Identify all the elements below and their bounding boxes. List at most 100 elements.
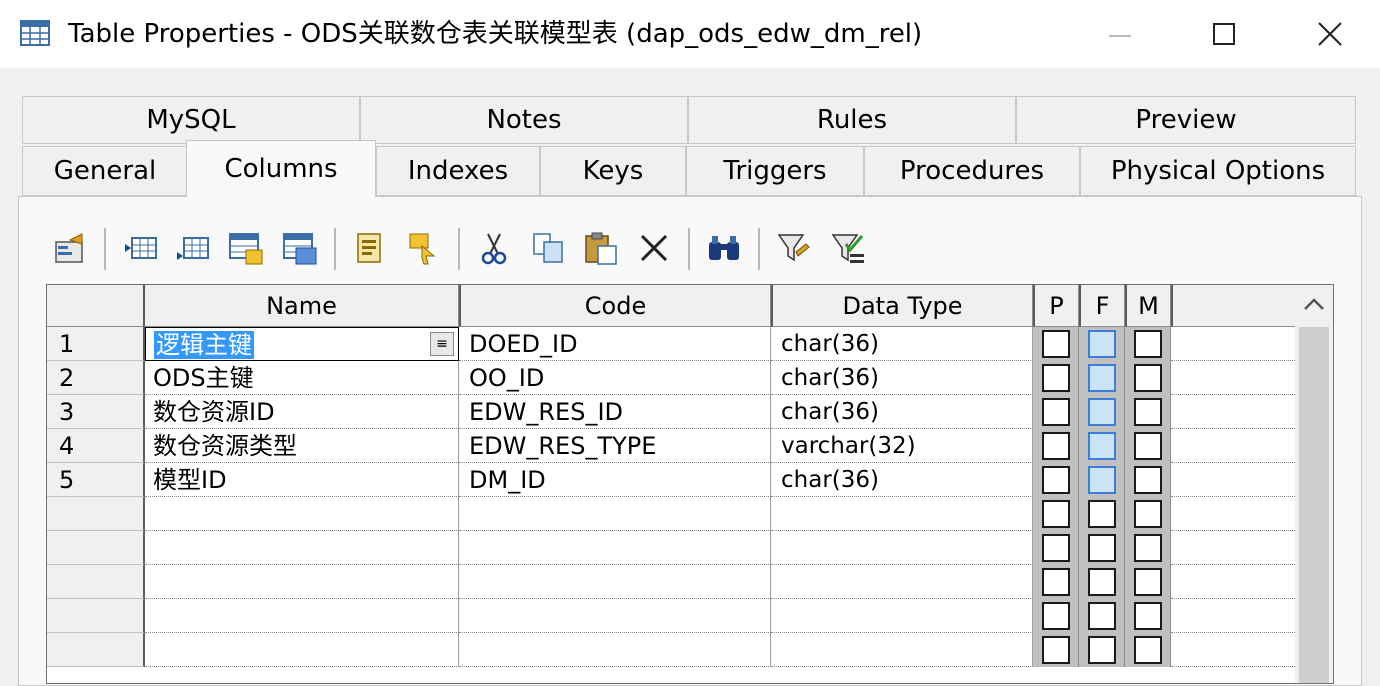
primary-key-checkbox[interactable] [1042,534,1070,562]
tab-keys[interactable]: Keys [540,146,686,196]
column-header-name[interactable]: Name [145,285,459,327]
code-cell[interactable] [459,531,771,565]
delete-icon[interactable] [636,230,672,266]
foreign-key-checkbox[interactable] [1088,364,1116,392]
close-button[interactable] [1280,0,1380,68]
mandatory-checkbox[interactable] [1134,568,1162,596]
foreign-key-checkbox[interactable] [1088,330,1116,358]
insert-row-icon[interactable] [124,230,160,266]
tab-procedures[interactable]: Procedures [864,146,1080,196]
name-cell[interactable] [145,599,459,633]
primary-key-checkbox[interactable] [1042,466,1070,494]
name-cell[interactable]: 模型ID [145,463,459,497]
column-header-foreign[interactable]: F [1079,285,1125,327]
name-cell[interactable]: 数仓资源类型 [145,429,459,463]
mandatory-checkbox[interactable] [1134,534,1162,562]
foreign-key-checkbox[interactable] [1088,466,1116,494]
scrollbar-thumb[interactable] [1299,327,1329,683]
data-type-cell[interactable]: varchar(32) [771,429,1033,463]
minimize-button[interactable] [1070,0,1170,68]
copy-icon[interactable] [530,230,566,266]
row-number[interactable]: 5 [47,463,145,497]
tab-mysql[interactable]: MySQL [22,96,360,144]
row-number[interactable] [47,497,145,531]
data-type-cell[interactable] [771,633,1033,667]
primary-key-checkbox[interactable] [1042,636,1070,664]
row-number[interactable] [47,565,145,599]
paste-icon[interactable] [582,230,618,266]
mandatory-checkbox[interactable] [1134,466,1162,494]
foreign-key-checkbox[interactable] [1088,602,1116,630]
name-cell[interactable]: 数仓资源ID [145,395,459,429]
code-cell[interactable] [459,599,771,633]
tab-physical-options[interactable]: Physical Options [1080,146,1356,196]
tab-triggers[interactable]: Triggers [686,146,864,196]
column-header-data-type[interactable]: Data Type [771,285,1033,327]
data-type-cell[interactable] [771,531,1033,565]
data-type-cell[interactable]: char(36) [771,361,1033,395]
row-number[interactable]: 3 [47,395,145,429]
foreign-key-checkbox[interactable] [1088,534,1116,562]
primary-key-checkbox[interactable] [1042,432,1070,460]
column-header-primary[interactable]: P [1033,285,1079,327]
cut-icon[interactable] [476,230,512,266]
vertical-scrollbar[interactable] [1295,285,1333,683]
code-cell[interactable] [459,633,771,667]
row-number[interactable] [47,531,145,565]
primary-key-checkbox[interactable] [1042,330,1070,358]
code-cell[interactable]: DOED_ID [459,327,771,361]
row-number[interactable] [47,599,145,633]
code-cell[interactable]: EDW_RES_TYPE [459,429,771,463]
row-number[interactable]: 4 [47,429,145,463]
find-icon[interactable] [706,230,742,266]
add-row-icon[interactable] [176,230,212,266]
filter-icon[interactable] [776,230,812,266]
name-cell[interactable] [145,531,459,565]
primary-key-checkbox[interactable] [1042,568,1070,596]
maximize-button[interactable] [1174,0,1274,68]
data-type-cell[interactable]: char(36) [771,327,1033,361]
tab-columns[interactable]: Columns [186,140,376,197]
row-number[interactable]: 1 [47,327,145,361]
data-type-cell[interactable]: char(36) [771,463,1033,497]
name-cell[interactable]: ODS主键 [145,361,459,395]
column-header-mandatory[interactable]: M [1125,285,1171,327]
row-number[interactable] [47,633,145,667]
mandatory-checkbox[interactable] [1134,636,1162,664]
code-cell[interactable]: OO_ID [459,361,771,395]
add-columns-icon[interactable] [228,230,264,266]
code-cell[interactable]: DM_ID [459,463,771,497]
tab-rules[interactable]: Rules [688,96,1016,144]
mandatory-checkbox[interactable] [1134,398,1162,426]
code-cell[interactable]: EDW_RES_ID [459,395,771,429]
name-cell[interactable] [145,497,459,531]
name-cell[interactable] [145,565,459,599]
tab-notes[interactable]: Notes [360,96,688,144]
foreign-key-checkbox[interactable] [1088,636,1116,664]
selected-name-text[interactable]: 逻辑主键 [154,331,254,359]
primary-key-checkbox[interactable] [1042,398,1070,426]
code-cell[interactable] [459,565,771,599]
foreign-key-checkbox[interactable] [1088,432,1116,460]
name-cell[interactable] [145,633,459,667]
primary-key-checkbox[interactable] [1042,500,1070,528]
mandatory-checkbox[interactable] [1134,500,1162,528]
copy-columns-icon[interactable] [352,230,388,266]
primary-key-checkbox[interactable] [1042,602,1070,630]
primary-key-checkbox[interactable] [1042,364,1070,392]
row-number[interactable]: 2 [47,361,145,395]
data-type-cell[interactable]: char(36) [771,395,1033,429]
tab-preview[interactable]: Preview [1016,96,1356,144]
reuse-columns-icon[interactable] [282,230,318,266]
tab-indexes[interactable]: Indexes [376,146,540,196]
foreign-key-checkbox[interactable] [1088,568,1116,596]
properties-icon[interactable] [52,230,88,266]
foreign-key-checkbox[interactable] [1088,500,1116,528]
code-cell[interactable] [459,497,771,531]
data-type-cell[interactable] [771,497,1033,531]
filter-apply-icon[interactable] [830,230,866,266]
column-header-code[interactable]: Code [459,285,771,327]
tab-general[interactable]: General [22,146,188,196]
mandatory-checkbox[interactable] [1134,364,1162,392]
chevron-up-icon[interactable] [1303,297,1325,311]
